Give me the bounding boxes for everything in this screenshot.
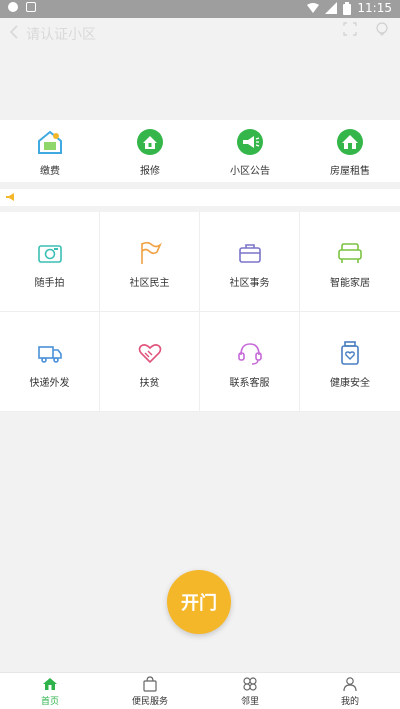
service-label: 健康安全 bbox=[330, 378, 370, 389]
quick-item-repair[interactable]: 报修 bbox=[100, 120, 200, 182]
scan-icon bbox=[343, 22, 357, 36]
scan-button[interactable] bbox=[336, 22, 364, 46]
megaphone-icon bbox=[6, 193, 14, 201]
message-icon bbox=[376, 22, 388, 36]
tab-mine[interactable]: 我的 bbox=[300, 673, 400, 709]
shopping-bag-icon bbox=[143, 676, 157, 692]
headset-icon bbox=[237, 343, 262, 365]
truck-icon bbox=[37, 346, 62, 363]
service-label: 联系客服 bbox=[229, 378, 270, 389]
service-label: 社区民主 bbox=[129, 278, 170, 289]
tab-services[interactable]: 便民服务 bbox=[100, 673, 200, 709]
service-item-poverty-relief[interactable]: 扶贫 bbox=[100, 312, 200, 412]
tab-neighbors[interactable]: 邻里 bbox=[200, 673, 300, 709]
camera-icon bbox=[37, 245, 62, 263]
banner-area bbox=[0, 48, 400, 120]
quick-item-payment[interactable]: 缴费 bbox=[0, 120, 100, 182]
service-label: 快递外发 bbox=[29, 378, 70, 389]
signal-icon bbox=[325, 2, 338, 14]
quick-item-label: 房屋租售 bbox=[330, 166, 370, 177]
announcement-megaphone-icon bbox=[237, 129, 263, 155]
notification-square-icon bbox=[26, 2, 36, 12]
flag-icon bbox=[140, 241, 162, 264]
health-jar-icon bbox=[341, 341, 359, 365]
house-rent-icon bbox=[337, 129, 363, 155]
repair-house-icon bbox=[137, 129, 163, 155]
clover-icon bbox=[243, 677, 257, 691]
open-door-button[interactable]: 开门 bbox=[167, 570, 231, 634]
tab-label: 首页 bbox=[40, 697, 59, 707]
heart-hands-icon bbox=[138, 344, 161, 364]
user-icon bbox=[343, 677, 357, 692]
notification-icon bbox=[8, 2, 18, 12]
tab-label: 便民服务 bbox=[131, 697, 168, 707]
sofa-icon bbox=[338, 243, 362, 263]
tab-label: 邻里 bbox=[240, 697, 259, 707]
services-grid: 随手拍 社区民主 社区事务 智能家居 快递外发 扶贫 联系客服 健康安全 bbox=[0, 212, 400, 412]
service-item-democracy[interactable]: 社区民主 bbox=[100, 212, 200, 312]
message-button[interactable] bbox=[368, 22, 396, 46]
quick-item-label: 小区公告 bbox=[230, 166, 270, 177]
battery-icon bbox=[343, 1, 352, 15]
service-label: 社区事务 bbox=[229, 278, 270, 289]
quick-item-house-rent[interactable]: 房屋租售 bbox=[300, 120, 400, 182]
service-item-affairs[interactable]: 社区事务 bbox=[200, 212, 300, 312]
bottom-tab-bar: 首页 便民服务 邻里 我的 bbox=[0, 672, 400, 709]
tab-label: 我的 bbox=[340, 697, 359, 707]
quick-item-label: 报修 bbox=[140, 166, 160, 177]
title-bar: 请认证小区 bbox=[0, 18, 400, 48]
tab-home[interactable]: 首页 bbox=[0, 673, 100, 709]
service-item-express[interactable]: 快递外发 bbox=[0, 312, 100, 412]
home-icon bbox=[43, 678, 57, 690]
status-bar: 11:15 bbox=[0, 0, 400, 18]
payment-house-icon bbox=[38, 130, 62, 154]
service-label: 智能家居 bbox=[330, 278, 370, 289]
open-door-label: 开门 bbox=[181, 593, 217, 614]
briefcase-icon bbox=[238, 244, 261, 263]
community-title[interactable]: 请认证小区 bbox=[26, 24, 96, 44]
service-item-snapshot[interactable]: 随手拍 bbox=[0, 212, 100, 312]
service-label: 随手拍 bbox=[34, 278, 65, 289]
service-item-smart-home[interactable]: 智能家居 bbox=[300, 212, 400, 312]
service-item-health-safety[interactable]: 健康安全 bbox=[300, 312, 400, 412]
notice-bar[interactable] bbox=[0, 189, 400, 206]
wifi-icon bbox=[307, 3, 320, 13]
quick-item-label: 缴费 bbox=[40, 166, 60, 177]
back-icon[interactable] bbox=[6, 24, 22, 40]
service-label: 扶贫 bbox=[139, 378, 160, 389]
quick-item-announcement[interactable]: 小区公告 bbox=[200, 120, 300, 182]
service-item-customer-service[interactable]: 联系客服 bbox=[200, 312, 300, 412]
status-time: 11:15 bbox=[357, 1, 392, 15]
quick-actions: 缴费 报修 小区公告 房屋租售 bbox=[0, 120, 400, 182]
